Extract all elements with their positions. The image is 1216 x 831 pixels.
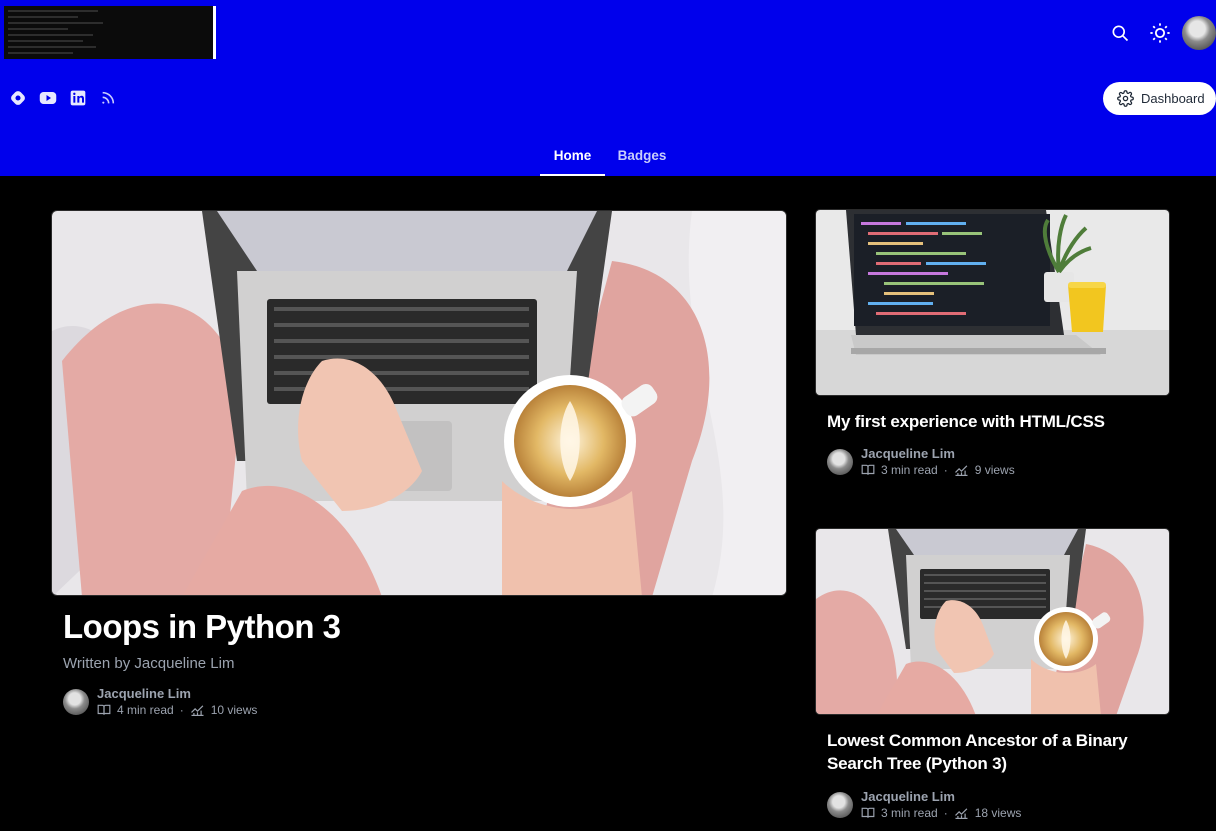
dashboard-button[interactable]: Dashboard <box>1103 82 1216 115</box>
rss-icon[interactable] <box>98 88 118 108</box>
views-chart-icon <box>954 465 968 476</box>
author-avatar[interactable] <box>827 792 853 818</box>
post-title[interactable]: Lowest Common Ancestor of a Binary Searc… <box>827 729 1157 775</box>
author-avatar[interactable] <box>827 449 853 475</box>
book-icon <box>97 704 111 715</box>
tab-home-label: Home <box>553 148 592 163</box>
separator-dot: · <box>943 463 948 477</box>
gear-icon <box>1117 90 1134 107</box>
book-icon <box>861 807 875 818</box>
read-time: 4 min read <box>117 703 174 717</box>
hashnode-icon[interactable] <box>8 88 28 108</box>
blog-header: Dashboard Home Badges <box>0 0 1216 176</box>
post-meta: Jacqueline Lim 3 min read · 18 views <box>827 789 1021 821</box>
featured-post-cover[interactable] <box>51 210 787 596</box>
view-count: 10 views <box>210 703 258 717</box>
book-icon <box>861 464 875 475</box>
post-cover-html-css[interactable] <box>815 209 1170 396</box>
featured-post-subtitle: Written by Jacqueline Lim <box>63 655 235 672</box>
view-count: 9 views <box>974 463 1015 477</box>
tab-home[interactable]: Home <box>540 140 605 176</box>
featured-post-title[interactable]: Loops in Python 3 <box>63 608 341 646</box>
tab-badges-label: Badges <box>617 148 667 163</box>
views-chart-icon <box>954 808 968 819</box>
views-chart-icon <box>190 705 204 716</box>
read-time: 3 min read <box>881 463 938 477</box>
featured-post-meta: Jacqueline Lim 4 min read · 10 views <box>63 686 257 718</box>
search-icon[interactable] <box>1105 18 1135 48</box>
separator-dot: · <box>179 703 184 717</box>
post-cover-lca-bst[interactable] <box>815 528 1170 715</box>
blog-logo[interactable] <box>4 6 216 59</box>
author-name[interactable]: Jacqueline Lim <box>97 686 257 702</box>
user-avatar[interactable] <box>1182 16 1216 50</box>
linkedin-icon[interactable] <box>68 88 88 108</box>
separator-dot: · <box>943 806 948 820</box>
post-title[interactable]: My first experience with HTML/CSS <box>827 410 1157 433</box>
read-time: 3 min read <box>881 806 938 820</box>
post-meta: Jacqueline Lim 3 min read · 9 views <box>827 446 1015 478</box>
dashboard-label: Dashboard <box>1141 91 1205 106</box>
author-name[interactable]: Jacqueline Lim <box>861 789 1021 805</box>
youtube-icon[interactable] <box>38 88 58 108</box>
author-name[interactable]: Jacqueline Lim <box>861 446 1015 462</box>
author-avatar[interactable] <box>63 689 89 715</box>
sun-icon[interactable] <box>1145 18 1175 48</box>
tab-badges[interactable]: Badges <box>608 140 676 176</box>
view-count: 18 views <box>974 806 1022 820</box>
